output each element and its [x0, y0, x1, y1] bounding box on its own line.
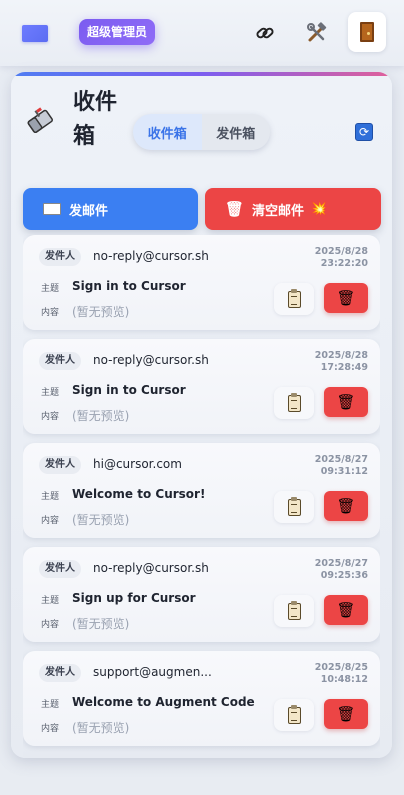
top-bar: 超级管理员	[0, 0, 404, 66]
trash-icon: 🗑	[336, 497, 356, 515]
mail-datetime: 2025/8/25 10:48:12	[315, 662, 368, 686]
content-label: 内容	[41, 308, 60, 318]
copy-button[interactable]	[274, 387, 314, 419]
link-icon[interactable]	[248, 16, 282, 50]
clear-mail-button[interactable]: 🗑 清空邮件 💥	[205, 188, 381, 230]
copy-button[interactable]	[274, 595, 314, 627]
subject-label: 主题	[41, 492, 60, 502]
logout-door-icon[interactable]	[348, 12, 386, 52]
clipboard-icon	[287, 600, 301, 620]
mail-preview: (暂无预览)	[72, 721, 130, 735]
mail-subject: Sign in to Cursor	[72, 279, 186, 293]
mail-subject: Welcome to Cursor!	[72, 487, 206, 501]
mail-list: 发件人 no-reply@cursor.sh 2025/8/28 23:22:2…	[23, 235, 380, 758]
trash-icon: 🗑	[336, 393, 356, 411]
mail-date: 2025/8/27	[314, 454, 368, 465]
mailbox-tabs: 收件箱 发件箱	[133, 114, 270, 150]
copy-button[interactable]	[274, 699, 314, 731]
sender-tag: 发件人	[39, 664, 81, 682]
sender-tag: 发件人	[39, 456, 81, 474]
mail-item[interactable]: 发件人 no-reply@cursor.sh 2025/8/27 09:25:3…	[23, 547, 380, 642]
clipboard-icon	[287, 392, 301, 412]
role-badge: 超级管理员	[79, 19, 156, 45]
mail-time: 23:22:20	[320, 258, 368, 269]
mail-date: 2025/8/25	[314, 662, 368, 673]
page-title: 收件箱	[73, 90, 118, 149]
delete-button[interactable]: 🗑	[324, 491, 368, 521]
mail-preview: (暂无预览)	[72, 409, 130, 423]
refresh-icon: ⟳	[358, 125, 370, 139]
envelope-icon	[43, 203, 61, 215]
content-label: 内容	[41, 412, 60, 422]
trash-icon: 🗑	[225, 200, 245, 218]
sender-tag: 发件人	[39, 560, 81, 578]
trash-icon: 🗑	[336, 289, 356, 307]
send-mail-label: 发邮件	[69, 203, 109, 219]
content-label: 内容	[41, 620, 60, 630]
clear-mail-label: 清空邮件	[252, 203, 305, 219]
mail-item[interactable]: 发件人 support@augmen... 2025/8/25 10:48:12…	[23, 651, 380, 746]
mail-datetime: 2025/8/28 17:28:49	[315, 350, 368, 374]
mail-date: 2025/8/27	[314, 558, 368, 569]
mailbox-card: 收件箱 收件箱 发件箱 ⟳ 发邮件 🗑 清空邮件 💥 发件人 no-reply@…	[11, 72, 392, 758]
mail-time: 09:31:12	[320, 466, 368, 477]
clipboard-icon	[287, 704, 301, 724]
mail-preview: (暂无预览)	[72, 305, 130, 319]
mail-datetime: 2025/8/27 09:31:12	[315, 454, 368, 478]
refresh-button[interactable]: ⟳	[355, 123, 373, 141]
mail-time: 09:25:36	[320, 570, 368, 581]
mail-subject: Sign in to Cursor	[72, 383, 186, 397]
mail-preview: (暂无预览)	[72, 617, 130, 631]
send-mail-button[interactable]: 发邮件	[23, 188, 198, 230]
copy-button[interactable]	[274, 491, 314, 523]
mail-subject: Welcome to Augment Code	[72, 695, 255, 709]
content-label: 内容	[41, 724, 60, 734]
clipboard-icon	[287, 496, 301, 516]
mail-datetime: 2025/8/27 09:25:36	[315, 558, 368, 582]
mailbox-icon	[25, 106, 55, 136]
subject-label: 主题	[41, 700, 60, 710]
sender-tag: 发件人	[39, 248, 81, 266]
trash-icon: 🗑	[336, 601, 356, 619]
mail-sender: no-reply@cursor.sh	[93, 249, 209, 263]
subject-label: 主题	[41, 388, 60, 398]
mail-time: 10:48:12	[320, 674, 368, 685]
mail-date: 2025/8/28	[314, 350, 368, 361]
mail-preview: (暂无预览)	[72, 513, 130, 527]
explosion-icon: 💥	[310, 201, 328, 217]
mail-sender: no-reply@cursor.sh	[93, 561, 209, 575]
mail-time: 17:28:49	[320, 362, 368, 373]
delete-button[interactable]: 🗑	[324, 595, 368, 625]
copy-button[interactable]	[274, 283, 314, 315]
list-fade	[23, 748, 380, 758]
app-logo[interactable]	[22, 25, 48, 42]
mail-sender: no-reply@cursor.sh	[93, 353, 209, 367]
clipboard-icon	[287, 288, 301, 308]
mail-item[interactable]: 发件人 no-reply@cursor.sh 2025/8/28 23:22:2…	[23, 235, 380, 330]
door-icon	[360, 22, 374, 42]
tools-icon[interactable]	[300, 16, 334, 50]
delete-button[interactable]: 🗑	[324, 387, 368, 417]
mail-datetime: 2025/8/28 23:22:20	[315, 246, 368, 270]
mail-item[interactable]: 发件人 no-reply@cursor.sh 2025/8/28 17:28:4…	[23, 339, 380, 434]
content-label: 内容	[41, 516, 60, 526]
mail-item[interactable]: 发件人 hi@cursor.com 2025/8/27 09:31:12 主题 …	[23, 443, 380, 538]
mail-sender: hi@cursor.com	[93, 457, 182, 471]
card-accent-bar	[11, 72, 392, 76]
mail-subject: Sign up for Cursor	[72, 591, 196, 605]
subject-label: 主题	[41, 284, 60, 294]
delete-button[interactable]: 🗑	[324, 699, 368, 729]
sender-tag: 发件人	[39, 352, 81, 370]
tab-inbox[interactable]: 收件箱	[133, 114, 202, 150]
mail-date: 2025/8/28	[314, 246, 368, 257]
delete-button[interactable]: 🗑	[324, 283, 368, 313]
tab-outbox[interactable]: 发件箱	[202, 114, 271, 150]
subject-label: 主题	[41, 596, 60, 606]
mail-sender: support@augmen...	[93, 665, 212, 679]
trash-icon: 🗑	[336, 705, 356, 723]
